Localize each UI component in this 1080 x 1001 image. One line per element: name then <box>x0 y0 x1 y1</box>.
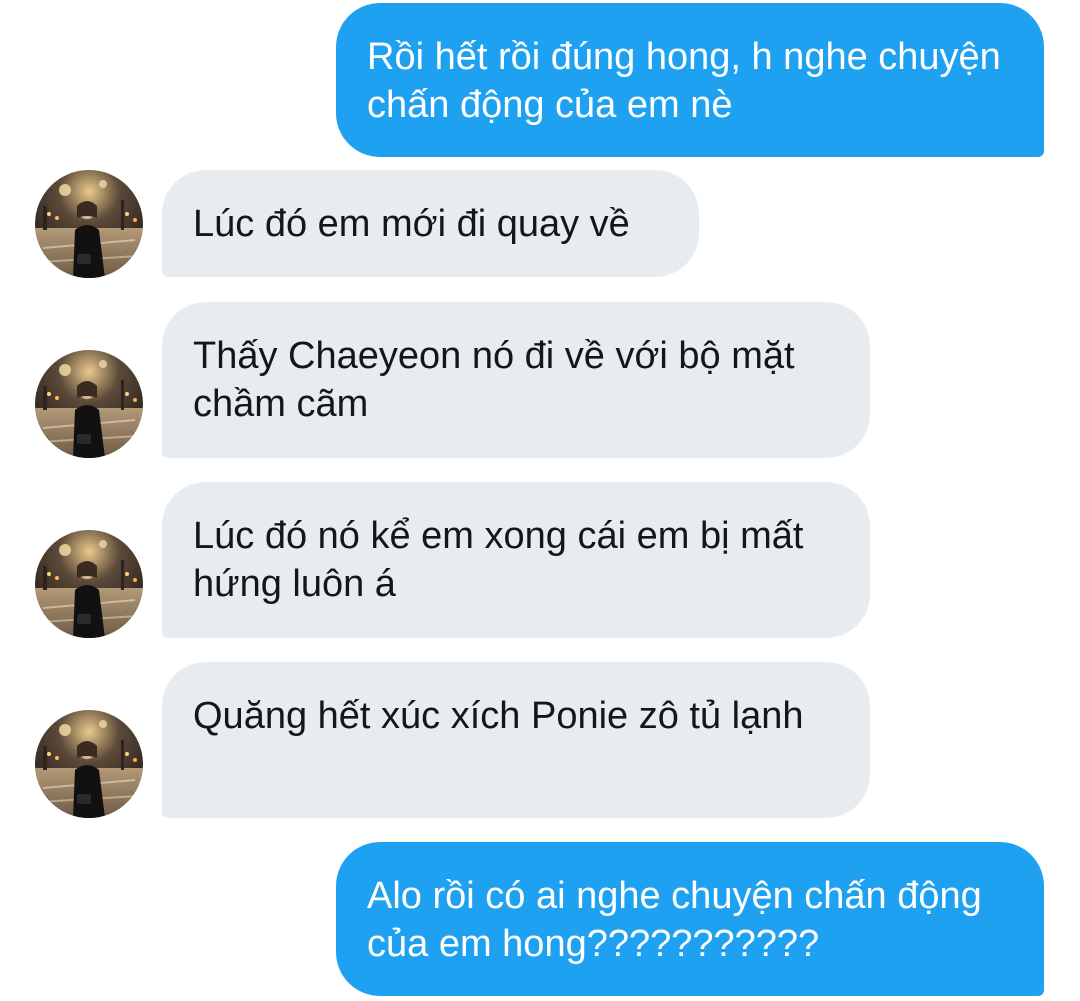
message-bubble-received[interactable]: Lúc đó em mới đi quay về <box>162 170 699 277</box>
message-bubble-received[interactable]: Thấy Chaeyeon nó đi về với bộ mặt chầm c… <box>162 302 870 458</box>
contact-avatar[interactable] <box>35 170 143 278</box>
avatar-photo-icon <box>35 710 143 818</box>
avatar-photo-icon <box>35 530 143 638</box>
contact-avatar[interactable] <box>35 710 143 818</box>
avatar-photo-icon <box>35 350 143 458</box>
contact-avatar[interactable] <box>35 530 143 638</box>
contact-avatar[interactable] <box>35 350 143 458</box>
message-bubble-sent[interactable]: Rồi hết rồi đúng hong, h nghe chuyện chấ… <box>336 3 1044 157</box>
message-bubble-received[interactable]: Lúc đó nó kể em xong cái em bị mất hứng … <box>162 482 870 638</box>
avatar-photo-icon <box>35 170 143 278</box>
message-bubble-sent[interactable]: Alo rồi có ai nghe chuyện chấn động của … <box>336 842 1044 996</box>
message-bubble-received[interactable]: Quăng hết xúc xích Ponie zô tủ lạnh <box>162 662 870 818</box>
